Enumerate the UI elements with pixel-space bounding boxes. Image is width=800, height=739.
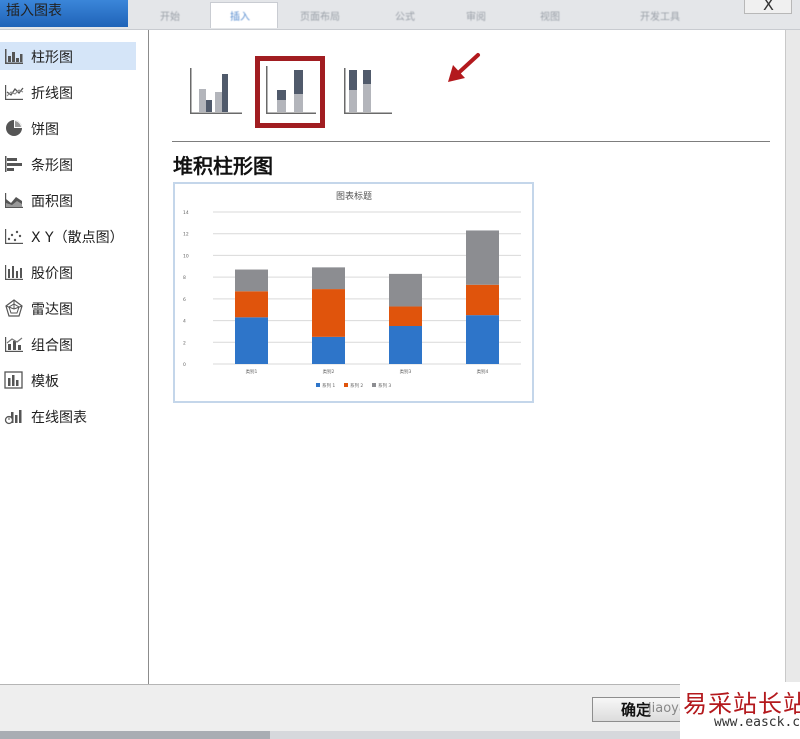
sidebar-item-label: 在线图表 <box>31 410 87 426</box>
ribbon-tab: 插入 <box>230 12 250 23</box>
chart-legend-label: 系列 1 <box>322 382 335 389</box>
chart-legend-label: 系列 2 <box>350 382 363 389</box>
chart-y-ticks: 0 2 4 6 8 10 12 14 <box>183 210 189 368</box>
chart-bar <box>389 273 422 307</box>
sidebar-item-label: 饼图 <box>31 122 59 138</box>
status-strip-segment <box>0 731 270 739</box>
chart-x-tick-label: 类别1 <box>246 368 258 375</box>
sidebar-item-label: 组合图 <box>31 338 73 354</box>
sidebar-item-bar[interactable]: 条形图 <box>0 150 136 178</box>
sidebar-item-scatter[interactable]: X Y（散点图） <box>0 222 136 250</box>
sidebar-item-label: 股价图 <box>31 266 73 282</box>
chart-y-tick-label: 4 <box>183 319 186 325</box>
chart-y-tick-label: 8 <box>183 275 186 281</box>
sidebar-item-area[interactable]: 面积图 <box>0 186 136 214</box>
online-chart-icon <box>4 410 22 425</box>
chart-bar <box>389 306 422 326</box>
sidebar-item-label: X Y（散点图） <box>31 230 124 246</box>
chart-bar <box>312 289 345 337</box>
ribbon-tab: 开始 <box>160 12 180 23</box>
chart-preview[interactable]: 图表标题 0 2 4 6 8 10 12 14 类别1 类别2 类别3 类别4 系列 1 系列 2 系列… <box>173 182 534 403</box>
chart-bars <box>235 230 499 364</box>
bar-chart-icon <box>5 156 22 172</box>
chart-subtype-title: 堆积柱形图 <box>173 154 273 178</box>
sidebar-item-template[interactable]: 模板 <box>0 366 136 394</box>
sidebar-item-online[interactable]: 在线图表 <box>0 402 136 430</box>
chart-bar <box>389 326 422 364</box>
chart-x-tick-label: 类别2 <box>323 368 335 375</box>
watermark-text: 易采站长站 <box>683 690 800 718</box>
chart-y-tick-label: 12 <box>183 232 189 238</box>
sidebar-item-combo[interactable]: 组合图 <box>0 330 136 358</box>
sidebar-item-line[interactable]: 折线图 <box>0 78 136 106</box>
ribbon-tab: 开发工具 <box>640 12 680 23</box>
sidebar-item-pie[interactable]: 饼图 <box>0 114 136 142</box>
template-icon <box>4 371 23 389</box>
chart-x-labels: 类别1 类别2 类别3 类别4 <box>246 368 489 375</box>
sidebar-item-stock[interactable]: 股价图 <box>0 258 136 286</box>
chart-bar <box>466 284 499 316</box>
chart-legend-swatch <box>316 383 320 387</box>
percent-stacked-column-icon[interactable] <box>340 62 400 122</box>
sidebar-item-label: 面积图 <box>31 194 73 210</box>
radar-chart-icon <box>5 299 23 317</box>
sidebar-item-column[interactable]: 柱形图 <box>0 42 136 70</box>
sidebar-item-radar[interactable]: 雷达图 <box>0 294 136 322</box>
pie-chart-icon <box>6 120 22 136</box>
chart-bar <box>466 230 499 285</box>
chart-bar <box>235 317 268 364</box>
stacked-column-icon[interactable] <box>261 62 321 122</box>
sidebar-item-label: 柱形图 <box>31 50 73 66</box>
sidebar-item-label: 折线图 <box>31 86 73 102</box>
ribbon-tab: 审阅 <box>466 12 486 23</box>
ribbon-tab: 视图 <box>540 12 560 23</box>
chart-legend-label: 系列 3 <box>378 382 391 389</box>
combo-chart-icon <box>5 337 23 352</box>
ribbon-tab: 页面布局 <box>300 12 340 23</box>
sidebar-item-label: 条形图 <box>31 158 73 174</box>
ok-button-label[interactable]: 确定 <box>621 699 651 720</box>
chart-bar <box>312 336 345 364</box>
chart-legend-swatch <box>344 383 348 387</box>
chart-bar <box>312 267 345 290</box>
watermark-url: www.easck.com <box>714 715 800 730</box>
scatter-chart-icon <box>5 229 23 244</box>
chart-bar <box>235 269 268 292</box>
background-window-edge <box>786 30 800 684</box>
dialog-title: 插入图表 <box>6 3 62 19</box>
chart-legend-swatch <box>372 383 376 387</box>
close-icon[interactable]: X <box>763 0 774 14</box>
annotation-arrow-icon <box>448 53 480 82</box>
chart-y-tick-label: 6 <box>183 297 186 303</box>
sidebar-divider <box>148 30 149 685</box>
chart-bar <box>466 315 499 364</box>
insert-chart-dialog: 开始 插入 页面布局 公式 审阅 视图 开发工具 插入图表 X 柱形图 折线图 <box>0 0 800 739</box>
chart-y-tick-label: 2 <box>183 340 186 346</box>
chart-x-tick-label: 类别4 <box>477 368 489 375</box>
sidebar-item-label: 雷达图 <box>31 302 73 318</box>
column-chart-icon <box>5 49 23 64</box>
chart-bar <box>235 291 268 318</box>
line-chart-icon <box>5 85 24 100</box>
chart-title: 图表标题 <box>336 190 372 202</box>
chart-y-tick-label: 0 <box>183 362 186 368</box>
ribbon-tab: 公式 <box>395 12 415 23</box>
clustered-column-icon[interactable] <box>188 62 248 122</box>
area-chart-icon <box>5 193 23 208</box>
sidebar-item-label: 模板 <box>31 374 59 390</box>
chart-x-tick-label: 类别3 <box>400 368 412 375</box>
chart-y-tick-label: 14 <box>183 210 189 216</box>
chart-preview-svg: 图表标题 02468101214 类别1 类别2 类别3 类别4 系列 1 系列 2 系列… <box>183 190 521 389</box>
section-divider <box>172 141 770 142</box>
chart-y-tick-label: 10 <box>183 253 189 259</box>
stock-chart-icon <box>5 265 23 280</box>
chart-legend: 系列 1 系列 2 系列 3 <box>316 382 391 389</box>
